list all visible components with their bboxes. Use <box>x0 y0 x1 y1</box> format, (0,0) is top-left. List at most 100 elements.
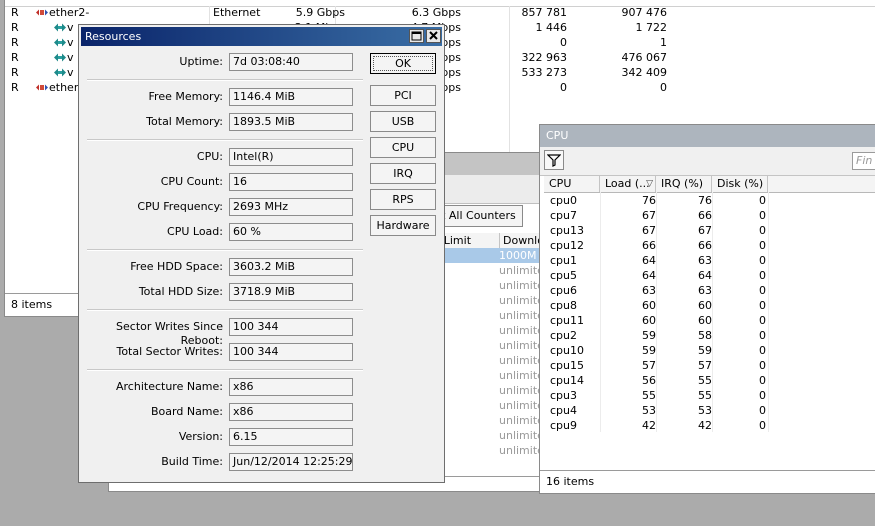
vlan-icon <box>53 53 66 62</box>
uptime-field[interactable]: 7d 03:08:40 <box>229 53 353 71</box>
cpu-count-field[interactable]: 16 <box>229 173 353 191</box>
queue-download-cell[interactable]: 1000M <box>497 248 541 263</box>
queue-download-cell[interactable]: unlimited <box>497 308 541 323</box>
cpu-row[interactable]: cpu14 56 55 0 <box>544 373 875 388</box>
cpu-row[interactable]: cpu7 67 66 0 <box>544 208 875 223</box>
cpu-window: CPU Fin CPU Load (... IRQ (%) Disk (%) c… <box>539 124 875 494</box>
cpu-disk-value: 0 <box>759 404 766 417</box>
cpu-button[interactable]: CPU <box>370 137 436 158</box>
disk-column-header[interactable]: Disk (%) <box>712 176 768 192</box>
sector-writes-reboot-field[interactable]: 100 344 <box>229 318 353 336</box>
cpu-row[interactable]: cpu15 57 57 0 <box>544 358 875 373</box>
board-label: Board Name: <box>151 405 223 418</box>
cpu-irq-value: 57 <box>698 359 712 372</box>
cpu-column-header[interactable]: CPU <box>544 176 600 192</box>
free-hdd-field[interactable]: 3603.2 MiB <box>229 258 353 276</box>
cpu-load-value: 53 <box>642 404 656 417</box>
cpu-row[interactable]: cpu0 76 76 0 <box>544 193 875 208</box>
pci-button[interactable]: PCI <box>370 85 436 106</box>
interface-rx-packets: 907 476 <box>621 6 668 19</box>
cpu-load-value: 63 <box>642 284 656 297</box>
total-sector-writes-label: Total Sector Writes: <box>116 345 223 358</box>
architecture-field[interactable]: x86 <box>229 378 353 396</box>
queue-download-cell[interactable]: unlimited <box>497 398 541 413</box>
vlan-icon <box>53 23 66 32</box>
queue-download-cell[interactable]: unlimited <box>497 353 541 368</box>
cpu-row[interactable]: cpu1 64 63 0 <box>544 253 875 268</box>
cpu-irq-value: 53 <box>698 404 712 417</box>
cpu-row[interactable]: cpu3 55 55 0 <box>544 388 875 403</box>
queue-download-cell[interactable]: unlimited <box>497 443 541 458</box>
cpu-titlebar[interactable]: CPU <box>540 125 875 147</box>
total-memory-field[interactable]: 1893.5 MiB <box>229 113 353 131</box>
usb-button[interactable]: USB <box>370 111 436 132</box>
cpu-disk-value: 0 <box>759 344 766 357</box>
cpu-disk-value: 0 <box>759 389 766 402</box>
restore-button[interactable] <box>409 29 424 43</box>
cpu-row[interactable]: cpu9 42 42 0 <box>544 418 875 433</box>
cpu-irq-value: 59 <box>698 344 712 357</box>
interface-name: v <box>67 36 74 49</box>
cpu-row[interactable]: cpu11 60 60 0 <box>544 313 875 328</box>
cpu-row[interactable]: cpu2 59 58 0 <box>544 328 875 343</box>
load-column-header[interactable]: Load (... <box>600 176 656 192</box>
filter-icon <box>547 154 561 167</box>
free-hdd-label: Free HDD Space: <box>130 260 223 273</box>
build-time-field[interactable]: Jun/12/2014 12:25:29 <box>229 453 353 471</box>
interface-flag: R <box>11 66 19 79</box>
cpu-row[interactable]: cpu5 64 64 0 <box>544 268 875 283</box>
interface-name: ether <box>49 81 79 94</box>
download-column-header[interactable]: Downloa <box>499 233 541 248</box>
ethernet-icon <box>35 83 48 92</box>
total-sector-writes-field[interactable]: 100 344 <box>229 343 353 361</box>
queue-download-cell[interactable]: unlimited <box>497 368 541 383</box>
total-hdd-field[interactable]: 3718.9 MiB <box>229 283 353 301</box>
cpu-irq-value: 55 <box>698 389 712 402</box>
queue-download-cell[interactable]: unlimited <box>497 338 541 353</box>
queue-download-cell[interactable]: unlimited <box>497 428 541 443</box>
filter-button[interactable] <box>544 150 564 170</box>
cpu-load-value: 59 <box>642 344 656 357</box>
resources-dialog: Resources Uptime: 7d 03:08:40 Free Memory:… <box>78 24 445 483</box>
irq-column-header[interactable]: IRQ (%) <box>656 176 712 192</box>
cpu-frequency-label: CPU Frequency: <box>137 200 223 213</box>
resources-titlebar[interactable]: Resources <box>81 27 442 46</box>
cpu-row[interactable]: cpu8 60 60 0 <box>544 298 875 313</box>
queue-download-cell[interactable]: unlimited <box>497 293 541 308</box>
close-button[interactable] <box>426 29 441 43</box>
cpu-row[interactable]: cpu12 66 66 0 <box>544 238 875 253</box>
cpu-load-value: 57 <box>642 359 656 372</box>
cpu-name: cpu2 <box>550 329 578 342</box>
interface-row[interactable]: Rether2- Ethernet 5.9 Gbps 6.3 Gbps 857 781 9… <box>5 5 875 20</box>
interfaces-item-count: 8 items <box>11 298 53 311</box>
resources-title: Resources <box>85 30 142 43</box>
board-field[interactable]: x86 <box>229 403 353 421</box>
cpu-row[interactable]: cpu4 53 53 0 <box>544 403 875 418</box>
ok-button[interactable]: OK <box>370 53 436 74</box>
interface-flag: R <box>11 36 19 49</box>
queue-download-cell[interactable]: unlimited <box>497 383 541 398</box>
cpu-frequency-field[interactable]: 2693 MHz <box>229 198 353 216</box>
irq-button[interactable]: IRQ <box>370 163 436 184</box>
cpu-table-header: CPU Load (... IRQ (%) Disk (%) <box>544 176 875 193</box>
version-field[interactable]: 6.15 <box>229 428 353 446</box>
cpu-row[interactable]: cpu10 59 59 0 <box>544 343 875 358</box>
architecture-label: Architecture Name: <box>116 380 223 393</box>
cpu-irq-value: 42 <box>698 419 712 432</box>
queue-download-cell[interactable]: unlimited <box>497 323 541 338</box>
cpu-disk-value: 0 <box>759 374 766 387</box>
find-input[interactable]: Fin <box>852 152 875 170</box>
queue-download-cell[interactable]: unlimited <box>497 263 541 278</box>
queue-download-cell[interactable]: unlimited <box>497 278 541 293</box>
cpu-row[interactable]: cpu6 63 63 0 <box>544 283 875 298</box>
vlan-icon <box>53 38 66 47</box>
cpu-field[interactable]: Intel(R) <box>229 148 353 166</box>
rps-button[interactable]: RPS <box>370 189 436 210</box>
queue-download-cell[interactable]: unlimited <box>497 413 541 428</box>
cpu-load-value: 55 <box>642 389 656 402</box>
close-icon <box>429 31 438 40</box>
cpu-row[interactable]: cpu13 67 67 0 <box>544 223 875 238</box>
cpu-load-field[interactable]: 60 % <box>229 223 353 241</box>
hardware-button[interactable]: Hardware <box>370 215 436 236</box>
free-memory-field[interactable]: 1146.4 MiB <box>229 88 353 106</box>
